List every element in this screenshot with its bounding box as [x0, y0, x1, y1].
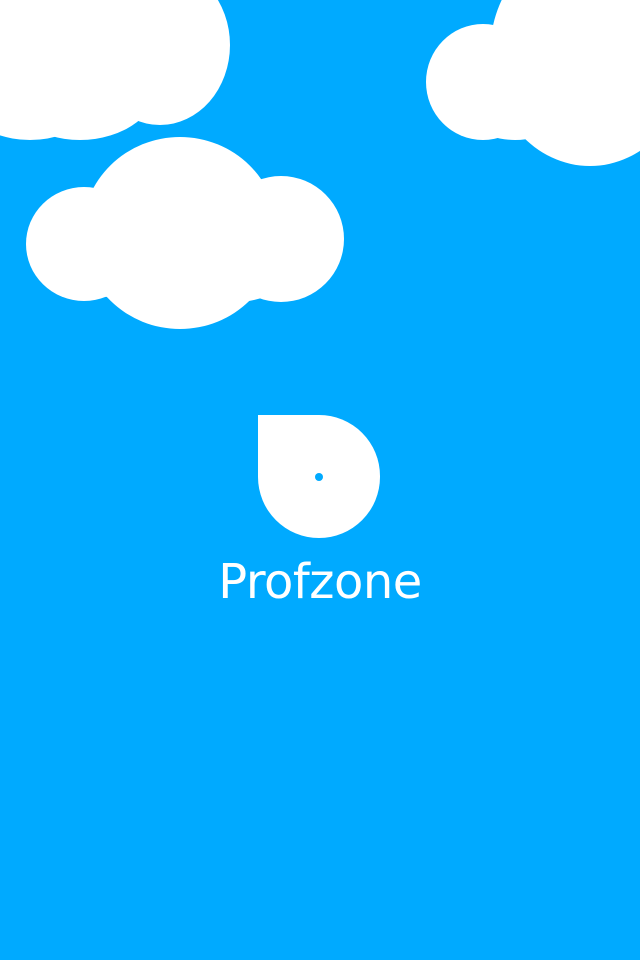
cloud-icon: [0, 0, 240, 150]
logo-dot: [315, 473, 323, 481]
cloud-icon: [26, 137, 346, 332]
app-name: Profzone: [218, 554, 422, 610]
cloud-icon: [426, 0, 640, 170]
profzone-logo-icon: [258, 415, 380, 538]
splash-screen: Profzone: [0, 0, 640, 960]
